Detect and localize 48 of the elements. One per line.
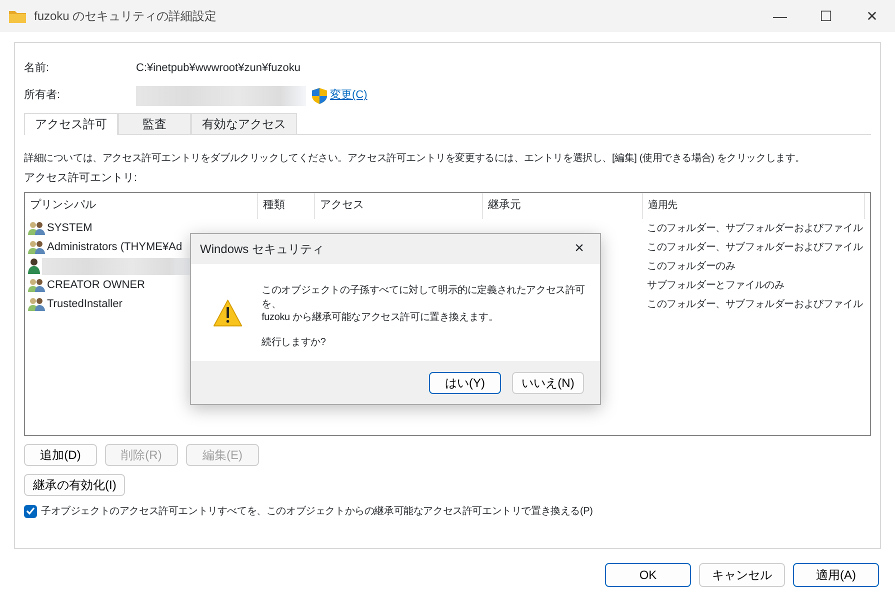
dialog-button[interactable]: OK [605, 563, 691, 587]
principal-name: Administrators (THYME¥Ad [47, 240, 182, 255]
column-header[interactable]: 種類 [258, 192, 315, 218]
principal-name: TrustedInstaller [47, 296, 122, 312]
tab[interactable]: アクセス許可 [24, 113, 118, 135]
tab[interactable]: 有効なアクセス [191, 113, 297, 134]
minimize-button[interactable]: — [757, 6, 803, 26]
close-button[interactable]: × [574, 237, 584, 261]
description-text: 詳細については、アクセス許可エントリをダブルクリックしてください。アクセス許可エントリを変更するには、エントリを選択し、[編集] (使用できる場合) をクリックします。 [24, 152, 806, 166]
dialog-question: 続行しますか? [262, 336, 327, 350]
users-icon [28, 221, 45, 235]
entries-label: アクセス許可エントリ: [24, 171, 138, 186]
tab[interactable]: 監査 [118, 113, 191, 134]
replace-checkbox-label: 子オブジェクトのアクセス許可エントリすべてを、このオブジェクトからの継承可能なアクセス許可エントリで置き換える(P) [41, 504, 593, 518]
users-icon [28, 278, 45, 292]
name-label: 名前: [24, 61, 50, 76]
window-title: fuzoku のセキュリティの詳細設定 [34, 8, 217, 25]
maximize-button[interactable]: ☐ [803, 6, 849, 26]
applies-to-cell-text: このフォルダー、サブフォルダーおよびファイル [646, 222, 864, 236]
applies-to-cell-text: このフォルダー、サブフォルダーおよびファイル [646, 298, 864, 312]
user-icon [28, 258, 40, 274]
owner-label: 所有者: [24, 88, 62, 104]
path-value: C:¥inetpub¥wwwroot¥zun¥fuzoku [136, 61, 300, 76]
users-icon [28, 240, 45, 254]
applies-to-cell-text: このフォルダーのみ [646, 260, 736, 274]
replace-checkbox[interactable] [24, 504, 37, 518]
applies-to-cell-text: サブフォルダーとファイルのみ [646, 278, 786, 292]
principal-name: SYSTEM [47, 220, 92, 236]
dialog-button[interactable]: いいえ(N) [512, 372, 584, 394]
change-owner-link[interactable]: 変更(C) [312, 87, 368, 104]
dialog-button[interactable]: キャンセル [699, 563, 785, 587]
dialog-message: このオブジェクトの子孫すべてに対して明示的に定義されたアクセス許可を、 fuzoku から継承可能なアクセス許可に置き換えます。 [262, 284, 586, 324]
column-header[interactable]: アクセス [315, 192, 483, 218]
column-header[interactable]: プリンシパル [25, 192, 258, 218]
users-icon [28, 297, 45, 311]
enable-inheritance-button[interactable]: 継承の有効化(I) [24, 474, 126, 496]
principal-name: CREATOR OWNER [47, 278, 145, 293]
column-header[interactable]: 継承元 [483, 192, 643, 218]
folder-icon [9, 9, 26, 23]
shield-icon [312, 88, 327, 104]
close-button[interactable]: ✕ [849, 6, 895, 26]
warning-icon [213, 299, 243, 327]
column-header[interactable]: 適用先 [643, 192, 865, 218]
entry-button[interactable]: 追加(D) [24, 444, 97, 466]
dialog-button[interactable]: はい(Y) [429, 372, 501, 394]
applies-to-cell-text: このフォルダー、サブフォルダーおよびファイル [646, 240, 864, 254]
dialog-button[interactable]: 適用(A) [793, 563, 879, 587]
dialog-title: Windows セキュリティ [200, 241, 324, 258]
